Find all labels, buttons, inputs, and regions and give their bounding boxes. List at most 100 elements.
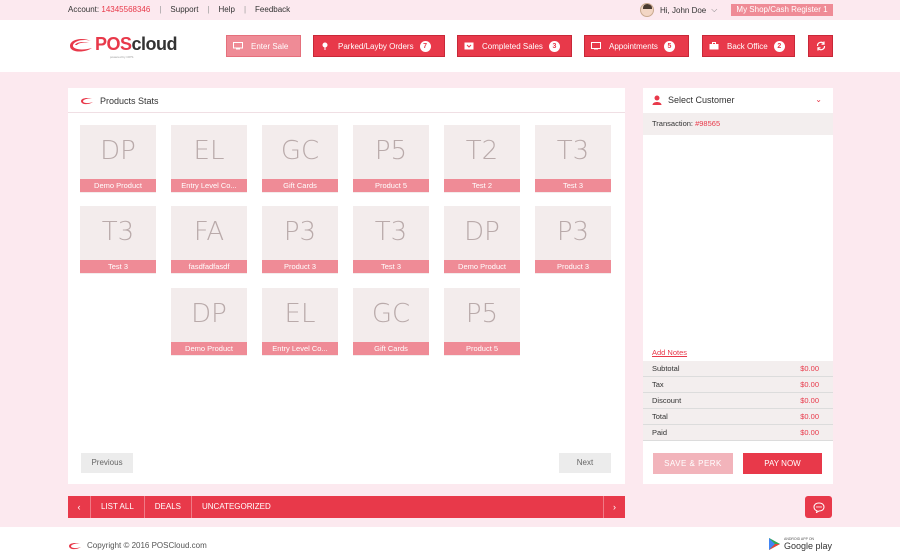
product-name: Test 3: [535, 179, 611, 192]
tax-value: $0.00: [800, 380, 819, 389]
paid-row: Paid $0.00: [643, 425, 833, 441]
product-name: Gift Cards: [353, 342, 429, 355]
help-link[interactable]: Help: [219, 5, 235, 14]
product-tile[interactable]: DP Demo Product: [171, 288, 247, 356]
customer-panel: Select Customer ⌄ Transaction: #98565 Ad…: [643, 88, 833, 484]
product-abbr: T3: [556, 136, 590, 166]
product-name: Demo Product: [171, 342, 247, 355]
product-tile[interactable]: EL Entry Level Co...: [262, 288, 338, 356]
product-tile[interactable]: P3 Product 3: [262, 206, 338, 274]
select-customer-dropdown[interactable]: Select Customer ⌄: [643, 88, 833, 112]
product-abbr: T3: [374, 217, 408, 247]
pay-now-button[interactable]: PAY NOW: [743, 453, 822, 474]
product-tile[interactable]: DP Demo Product: [80, 125, 156, 193]
product-name: Product 5: [353, 179, 429, 192]
product-abbr: DP: [464, 217, 500, 247]
select-customer-label: Select Customer: [668, 95, 735, 105]
transaction-label: Transaction:: [652, 119, 693, 128]
play-store-icon: [769, 538, 780, 550]
product-abbr: DP: [191, 299, 227, 329]
divider: |: [207, 5, 210, 14]
logo: POScloud: [67, 34, 178, 55]
save-perk-button[interactable]: SAVE & PERK: [653, 453, 733, 474]
category-prev-button[interactable]: ‹: [68, 496, 90, 518]
appointments-button[interactable]: Appointments 5: [584, 35, 689, 57]
user-menu[interactable]: Hi, John Doe ⌵: [640, 3, 717, 17]
product-abbr: FA: [193, 217, 225, 247]
chevron-left-icon: ‹: [77, 502, 81, 512]
chat-button[interactable]: [805, 496, 832, 518]
back-office-button[interactable]: Back Office 2: [702, 35, 795, 57]
logo-text: POScloud: [95, 34, 178, 55]
product-abbr: GC: [371, 299, 411, 329]
divider: [68, 112, 625, 113]
paid-label: Paid: [652, 428, 668, 437]
inbox-icon: [464, 42, 474, 50]
google-play-badge[interactable]: ANDROID APP ON Google play: [768, 537, 832, 551]
next-button[interactable]: Next: [559, 453, 611, 473]
refresh-button[interactable]: [808, 35, 833, 57]
product-tile[interactable]: EL Entry Level Co...: [171, 125, 247, 193]
product-name: fasdfadfasdf: [171, 260, 247, 273]
google-play-text: ANDROID APP ON Google play: [784, 537, 832, 551]
parked-count-badge: 7: [419, 40, 431, 52]
parked-orders-button[interactable]: Parked/Layby Orders 7: [313, 35, 445, 57]
shop-register-button[interactable]: My Shop/Cash Register 1: [731, 4, 833, 16]
divider: |: [159, 5, 162, 14]
product-tile[interactable]: P3 Product 3: [535, 206, 611, 274]
product-tile[interactable]: GC Gift Cards: [353, 288, 429, 356]
calendar-icon: [591, 42, 601, 50]
product-abbr: P5: [465, 299, 499, 329]
category-list-all[interactable]: LIST ALL: [90, 496, 144, 518]
category-next-button[interactable]: ›: [603, 496, 625, 518]
product-name: Demo Product: [444, 260, 520, 273]
product-name: Entry Level Co...: [262, 342, 338, 355]
add-notes-link[interactable]: Add Notes: [652, 348, 687, 357]
product-abbr: P5: [374, 136, 408, 166]
completed-sales-button[interactable]: Completed Sales 3: [457, 35, 572, 57]
top-links: Account: 14345568346 | Support | Help | …: [68, 5, 290, 14]
product-tile[interactable]: FA fasdfadfasdf: [171, 206, 247, 274]
total-value: $0.00: [800, 412, 819, 421]
product-tile[interactable]: T3 Test 3: [535, 125, 611, 193]
account-label: Account:: [68, 5, 100, 14]
product-tile[interactable]: T2 Test 2: [444, 125, 520, 193]
product-abbr: DP: [100, 136, 136, 166]
previous-button[interactable]: Previous: [81, 453, 133, 473]
monitor-icon: [233, 42, 243, 50]
product-tile[interactable]: T3 Test 3: [353, 206, 429, 274]
product-tile[interactable]: P5 Product 5: [444, 288, 520, 356]
subtotal-label: Subtotal: [652, 364, 680, 373]
transaction-id: #98565: [695, 119, 721, 128]
product-abbr: EL: [284, 299, 316, 329]
enter-sale-button[interactable]: Enter Sale: [226, 35, 301, 57]
product-tile[interactable]: GC Gift Cards: [262, 125, 338, 193]
logo-pos: POS: [95, 34, 132, 54]
account-number: 14345568346: [101, 5, 151, 14]
discount-label: Discount: [652, 396, 682, 405]
logo-subtitle: powered by CIPS: [110, 55, 134, 59]
copyright-text: Copyright © 2016 POSCloud.com: [87, 541, 207, 550]
product-name: Gift Cards: [262, 179, 338, 192]
feedback-link[interactable]: Feedback: [255, 5, 290, 14]
product-abbr: T2: [465, 136, 499, 166]
pin-icon: [322, 42, 328, 50]
chevron-right-icon: ›: [613, 502, 616, 512]
support-link[interactable]: Support: [170, 5, 198, 14]
product-tile[interactable]: T3 Test 3: [80, 206, 156, 274]
product-tile[interactable]: DP Demo Product: [444, 206, 520, 274]
appointments-count-badge: 5: [663, 40, 675, 52]
product-name: Test 3: [353, 260, 429, 273]
products-title: Products Stats: [80, 96, 159, 106]
subtotal-value: $0.00: [800, 364, 819, 373]
briefcase-icon: [709, 42, 719, 50]
category-uncategorized[interactable]: UNCATEGORIZED: [191, 496, 281, 518]
product-abbr: P3: [283, 217, 317, 247]
category-deals[interactable]: DEALS: [143, 496, 191, 518]
totals-table: Subtotal $0.00 Tax $0.00 Discount $0.00 Tot…: [643, 361, 833, 441]
discount-row: Discount $0.00: [643, 393, 833, 409]
product-abbr: GC: [280, 136, 320, 166]
product-tile[interactable]: P5 Product 5: [353, 125, 429, 193]
completed-sales-label: Completed Sales: [482, 41, 543, 51]
user-icon: [652, 95, 662, 105]
